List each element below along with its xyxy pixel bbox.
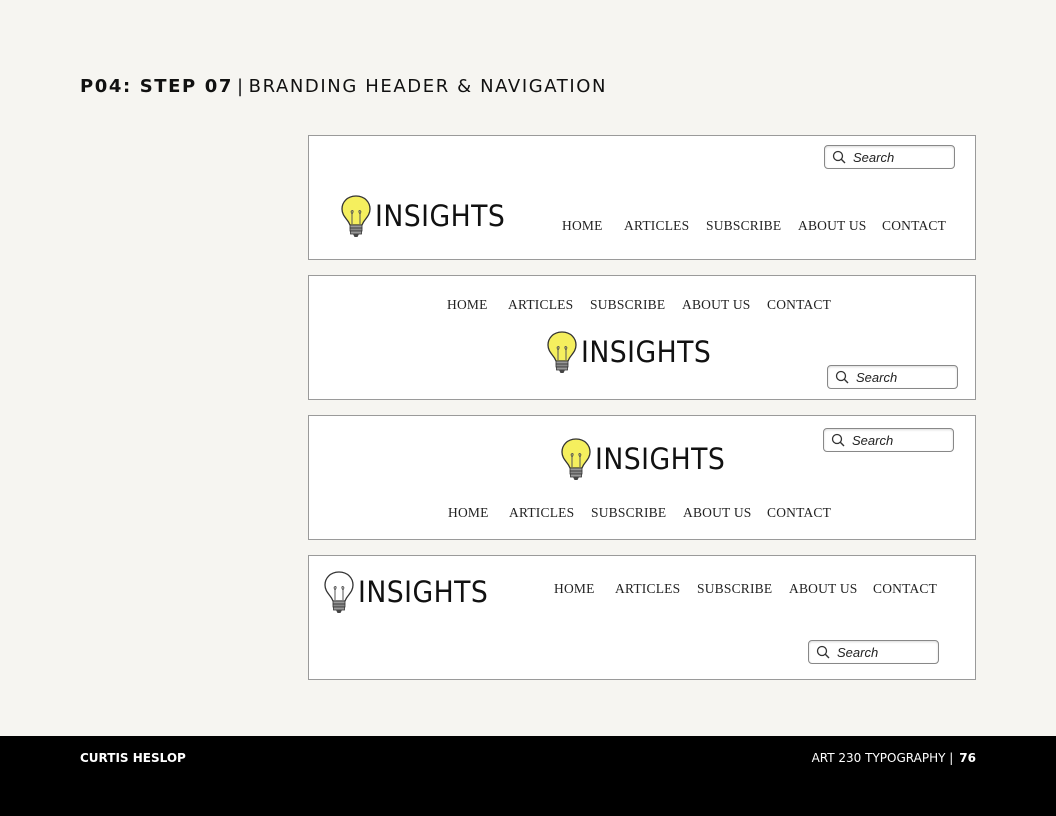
search-icon (816, 645, 830, 659)
nav-home[interactable]: HOME (554, 581, 595, 597)
page-title-subtitle: BRANDING HEADER & NAVIGATION (248, 76, 608, 97)
brand-logo[interactable]: INSIGHTS (560, 437, 737, 481)
page-number: 76 (959, 751, 976, 765)
header-variant-2: HOME ARTICLES SUBSCRIBE ABOUT US CONTACT… (308, 275, 976, 400)
search-placeholder: Search (853, 150, 895, 165)
brand-name: INSIGHTS (358, 574, 489, 609)
nav-subscribe[interactable]: SUBSCRIBE (706, 218, 781, 234)
nav-articles[interactable]: ARTICLES (615, 581, 680, 597)
footer-course: ART 230 TYPOGRAPHY | 76 (812, 751, 976, 765)
nav-contact[interactable]: CONTACT (767, 505, 831, 521)
search-placeholder: Search (852, 433, 894, 448)
search-placeholder: Search (837, 645, 879, 660)
footer-author: CURTIS HESLOP (80, 751, 186, 765)
page-title-step: P04: STEP 07 (80, 76, 233, 97)
brand-name: INSIGHTS (375, 198, 506, 233)
nav-about-us[interactable]: ABOUT US (798, 218, 867, 234)
footer-separator: | (949, 751, 954, 765)
header-variant-4: INSIGHTS HOME ARTICLES SUBSCRIBE ABOUT U… (308, 555, 976, 680)
nav-home[interactable]: HOME (562, 218, 603, 234)
search-input[interactable]: Search (823, 428, 954, 452)
page-title: P04: STEP 07 | BRANDING HEADER & NAVIGATIO… (80, 76, 607, 97)
nav-home[interactable]: HOME (448, 505, 489, 521)
lightbulb-icon (324, 571, 354, 613)
nav-contact[interactable]: CONTACT (882, 218, 946, 234)
nav-about-us[interactable]: ABOUT US (789, 581, 858, 597)
nav-subscribe[interactable]: SUBSCRIBE (697, 581, 772, 597)
search-icon (835, 370, 849, 384)
search-input[interactable]: Search (824, 145, 955, 169)
page-footer: CURTIS HESLOP ART 230 TYPOGRAPHY | 76 (0, 736, 1056, 816)
search-input[interactable]: Search (827, 365, 958, 389)
nav-about-us[interactable]: ABOUT US (683, 505, 752, 521)
search-placeholder: Search (856, 370, 898, 385)
nav-contact[interactable]: CONTACT (767, 297, 831, 313)
lightbulb-icon (341, 195, 371, 237)
brand-logo[interactable]: INSIGHTS (340, 194, 517, 238)
nav-articles[interactable]: ARTICLES (508, 297, 573, 313)
nav-subscribe[interactable]: SUBSCRIBE (591, 505, 666, 521)
brand-logo[interactable]: INSIGHTS (546, 330, 723, 374)
nav-contact[interactable]: CONTACT (873, 581, 937, 597)
nav-articles[interactable]: ARTICLES (624, 218, 689, 234)
lightbulb-icon (547, 331, 577, 373)
search-input[interactable]: Search (808, 640, 939, 664)
nav-articles[interactable]: ARTICLES (509, 505, 574, 521)
brand-logo[interactable]: INSIGHTS (323, 570, 500, 614)
title-separator: | (236, 76, 245, 97)
nav-home[interactable]: HOME (447, 297, 488, 313)
search-icon (831, 433, 845, 447)
search-icon (832, 150, 846, 164)
nav-subscribe[interactable]: SUBSCRIBE (590, 297, 665, 313)
header-variant-3: Search INSIGHTS HOME ARTICLES SUBSCRIBE … (308, 415, 976, 540)
nav-about-us[interactable]: ABOUT US (682, 297, 751, 313)
brand-name: INSIGHTS (595, 441, 726, 476)
brand-name: INSIGHTS (581, 334, 712, 369)
footer-course-name: ART 230 TYPOGRAPHY (811, 751, 946, 765)
header-variant-1: Search INSIGHTS HOME ARTICLES SUBSCRIBE … (308, 135, 976, 260)
lightbulb-icon (561, 438, 591, 480)
